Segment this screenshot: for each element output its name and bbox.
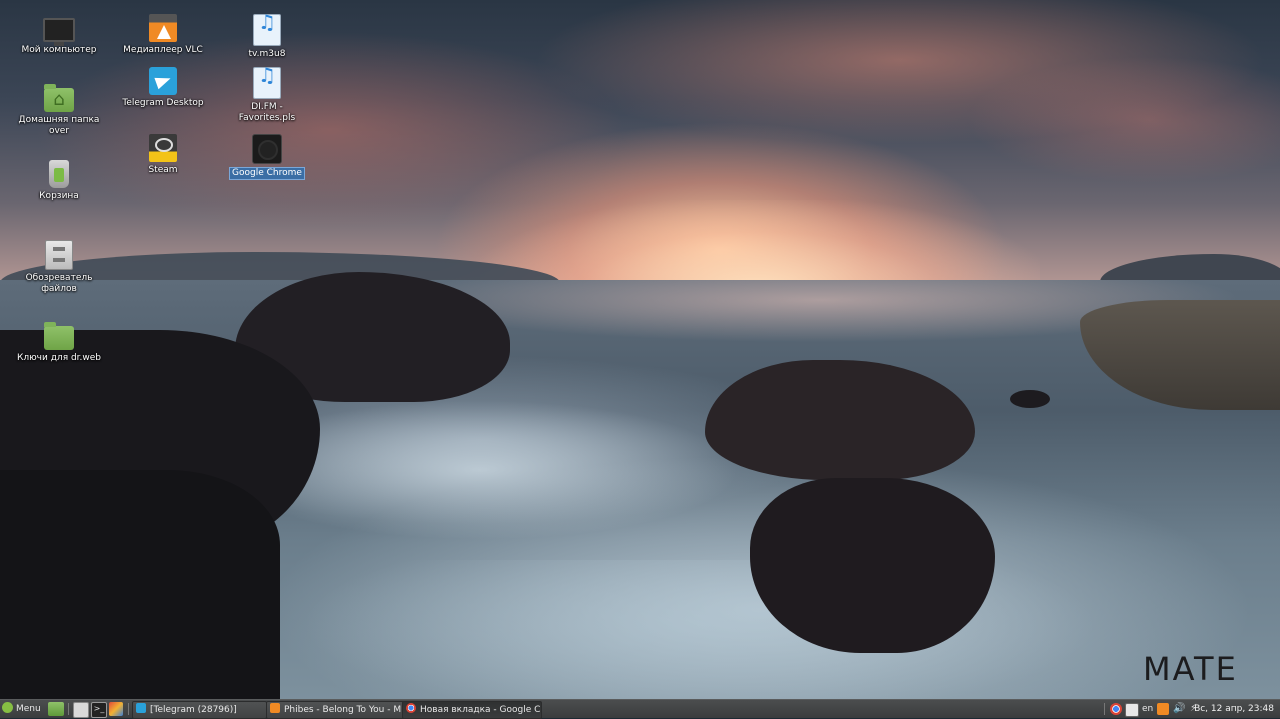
trash-icon — [49, 160, 69, 188]
chrome-icon — [252, 134, 282, 164]
desktop-icon-tv-playlist[interactable]: tv.m3u8 — [222, 14, 312, 60]
panel-separator — [68, 703, 69, 715]
vlc-icon — [270, 703, 280, 713]
mate-watermark: MATE — [1143, 650, 1238, 688]
terminal-launcher-icon[interactable]: >_ — [91, 702, 107, 718]
panel-separator — [1104, 703, 1105, 715]
chrome-icon — [406, 703, 416, 713]
desktop-icon-label: tv.m3u8 — [248, 49, 286, 59]
audio-playlist-icon — [253, 67, 281, 99]
desktop-icon-label: Steam — [148, 165, 178, 175]
desktop-icon-steam[interactable]: Steam — [118, 134, 208, 176]
show-desktop-icon[interactable] — [48, 702, 64, 716]
computer-icon — [43, 18, 75, 46]
desktop-icon-my-computer[interactable]: Мой компьютер — [14, 14, 104, 56]
desktop-icon-vlc[interactable]: Медиаплеер VLC — [118, 14, 208, 56]
steam-icon — [149, 134, 177, 162]
software-manager-launcher-icon[interactable] — [109, 702, 123, 716]
keyboard-layout-indicator[interactable]: en — [1142, 700, 1153, 718]
task-vlc[interactable]: Phibes - Belong To You - M... — [266, 701, 404, 719]
telegram-icon — [136, 703, 146, 713]
desktop-icon-trash[interactable]: Корзина — [14, 160, 104, 202]
wallpaper-rock — [1010, 390, 1050, 408]
desktop-icon-label: Обозреватель файлов — [25, 273, 93, 294]
desktop-icon-drweb-keys[interactable]: Ключи для dr.web — [14, 320, 104, 364]
panel-separator — [128, 703, 129, 715]
task-chrome[interactable]: Новая вкладка - Google C... — [402, 701, 542, 719]
desktop-icon-label: Корзина — [39, 191, 79, 201]
desktop-icon-label: DI.FM - Favorites.pls — [238, 102, 296, 123]
audio-playlist-icon — [253, 14, 281, 46]
desktop-icon-label: Мой компьютер — [21, 45, 97, 55]
vlc-icon — [149, 14, 177, 42]
desktop-icon-google-chrome[interactable]: Google Chrome — [222, 134, 312, 180]
linux-mint-logo-icon — [2, 702, 13, 713]
file-manager-launcher-icon[interactable] — [73, 702, 89, 718]
task-label: [Telegram (28796)] — [150, 705, 237, 715]
task-telegram[interactable]: [Telegram (28796)] — [132, 701, 267, 719]
task-label: Новая вкладка - Google C... — [420, 705, 542, 715]
desktop-icon-file-browser[interactable]: Обозреватель файлов — [14, 240, 104, 295]
wallpaper-rock — [0, 470, 280, 717]
desktop-icon-telegram[interactable]: Telegram Desktop — [118, 67, 208, 109]
file-cabinet-icon — [45, 240, 73, 270]
desktop-icon-label: Google Chrome — [229, 167, 305, 180]
home-folder-icon — [44, 84, 74, 112]
drweb-tray-icon[interactable] — [1125, 703, 1139, 717]
desktop-icon-difm-playlist[interactable]: DI.FM - Favorites.pls — [222, 67, 312, 124]
wallpaper-rock — [750, 478, 995, 653]
desktop-icon-label: Telegram Desktop — [122, 98, 204, 108]
desktop-icon-home-folder[interactable]: Домашняя папка over — [14, 82, 104, 137]
bottom-panel: Menu >_ [Telegram (28796)] Phibes - Belo… — [0, 699, 1280, 719]
menu-button[interactable]: Menu — [2, 700, 46, 718]
menu-label: Menu — [16, 704, 41, 714]
folder-icon — [44, 322, 74, 350]
clock[interactable]: Вс, 12 апр, 23:48 — [1194, 700, 1274, 718]
volume-icon[interactable]: 🔊 — [1173, 703, 1185, 715]
vlc-tray-icon[interactable] — [1157, 703, 1169, 715]
telegram-icon — [149, 67, 177, 95]
desktop-icon-label: Ключи для dr.web — [16, 353, 102, 363]
task-label: Phibes - Belong To You - M... — [284, 705, 404, 715]
desktop-icon-label: Домашняя папка over — [18, 115, 100, 136]
desktop-icon-label: Медиаплеер VLC — [123, 45, 203, 55]
chrome-tray-icon[interactable] — [1110, 703, 1122, 715]
